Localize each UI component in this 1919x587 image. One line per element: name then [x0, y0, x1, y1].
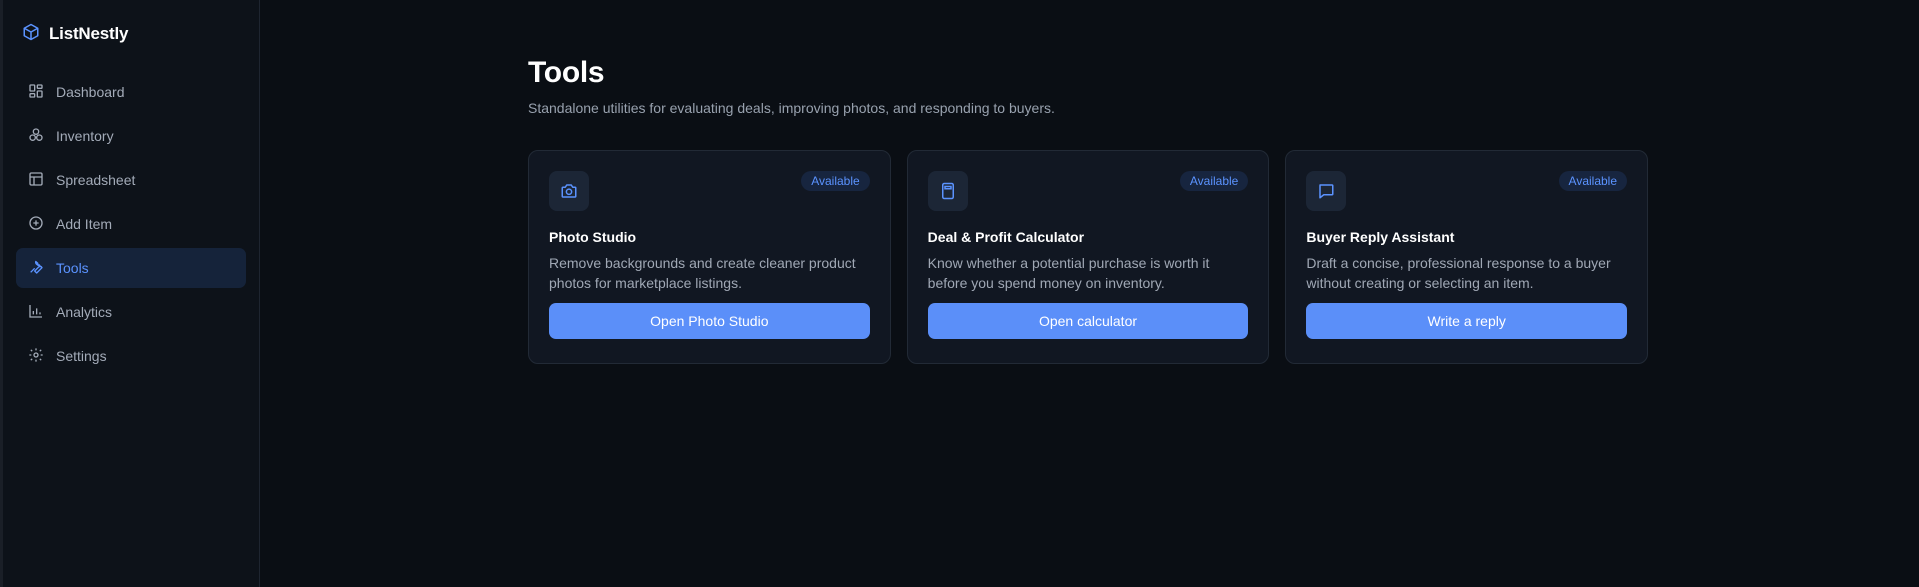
- calculator-icon: [927, 171, 968, 211]
- message-icon: [1306, 171, 1347, 211]
- sidebar-item-label: Analytics: [56, 304, 113, 320]
- app-name: ListNestly: [49, 24, 129, 43]
- sidebar: ListNestly Dashboard Inventory Spreadshe…: [0, 0, 260, 587]
- brand[interactable]: ListNestly: [16, 22, 246, 46]
- card-description: Draft a concise, professional response t…: [1306, 255, 1611, 291]
- tool-card-deal-calculator: Available Deal & Profit Calculator Know …: [906, 150, 1270, 364]
- tool-cards: Available Photo Studio Remove background…: [528, 150, 1649, 364]
- page-subtitle: Standalone utilities for evaluating deal…: [528, 100, 1055, 116]
- tool-card-photo-studio: Available Photo Studio Remove background…: [528, 150, 891, 364]
- status-badge: Available: [1558, 171, 1628, 191]
- page-title: Tools: [528, 56, 605, 89]
- sidebar-item-label: Inventory: [56, 128, 114, 144]
- sidebar-item-label: Add Item: [56, 216, 113, 232]
- sidebar-item-add-item[interactable]: Add Item: [16, 204, 246, 244]
- card-description: Remove backgrounds and create cleaner pr…: [549, 255, 856, 291]
- dashboard-icon: [28, 83, 44, 102]
- wrench-icon: [28, 259, 44, 278]
- plus-circle-icon: [28, 215, 44, 234]
- sidebar-item-settings[interactable]: Settings: [16, 336, 246, 376]
- bar-chart-icon: [28, 303, 44, 322]
- card-title: Buyer Reply Assistant: [1306, 229, 1455, 245]
- sidebar-item-label: Dashboard: [56, 84, 125, 100]
- sidebar-item-label: Spreadsheet: [56, 172, 136, 188]
- tool-card-buyer-reply: Available Buyer Reply Assistant Draft a …: [1285, 150, 1649, 364]
- card-title: Deal & Profit Calculator: [927, 229, 1085, 245]
- sidebar-item-tools[interactable]: Tools: [16, 248, 246, 288]
- write-reply-button[interactable]: Write a reply: [1306, 303, 1628, 339]
- open-photo-studio-button[interactable]: Open Photo Studio: [549, 303, 870, 339]
- sidebar-nav: Dashboard Inventory Spreadsheet Add Item…: [16, 72, 246, 376]
- table-icon: [28, 171, 44, 190]
- gear-icon: [28, 347, 44, 366]
- card-description: Know whether a potential purchase is wor…: [927, 255, 1210, 291]
- sidebar-item-label: Tools: [56, 260, 89, 276]
- card-title: Photo Studio: [549, 229, 637, 245]
- sidebar-item-label: Settings: [56, 348, 107, 364]
- sidebar-item-spreadsheet[interactable]: Spreadsheet: [16, 160, 246, 200]
- open-calculator-button[interactable]: Open calculator: [927, 303, 1249, 339]
- main-content: Tools Standalone utilities for evaluatin…: [260, 0, 1919, 587]
- status-badge: Available: [1179, 171, 1249, 191]
- boxes-icon: [28, 127, 44, 146]
- app-window: ListNestly Dashboard Inventory Spreadshe…: [0, 0, 1919, 587]
- sidebar-item-analytics[interactable]: Analytics: [16, 292, 246, 332]
- status-badge: Available: [801, 171, 870, 191]
- camera-icon: [549, 171, 589, 211]
- tools-page: Tools Standalone utilities for evaluatin…: [528, 56, 1649, 364]
- sidebar-item-inventory[interactable]: Inventory: [16, 116, 246, 156]
- sidebar-item-dashboard[interactable]: Dashboard: [16, 72, 246, 112]
- cube-logo-icon: [22, 23, 40, 46]
